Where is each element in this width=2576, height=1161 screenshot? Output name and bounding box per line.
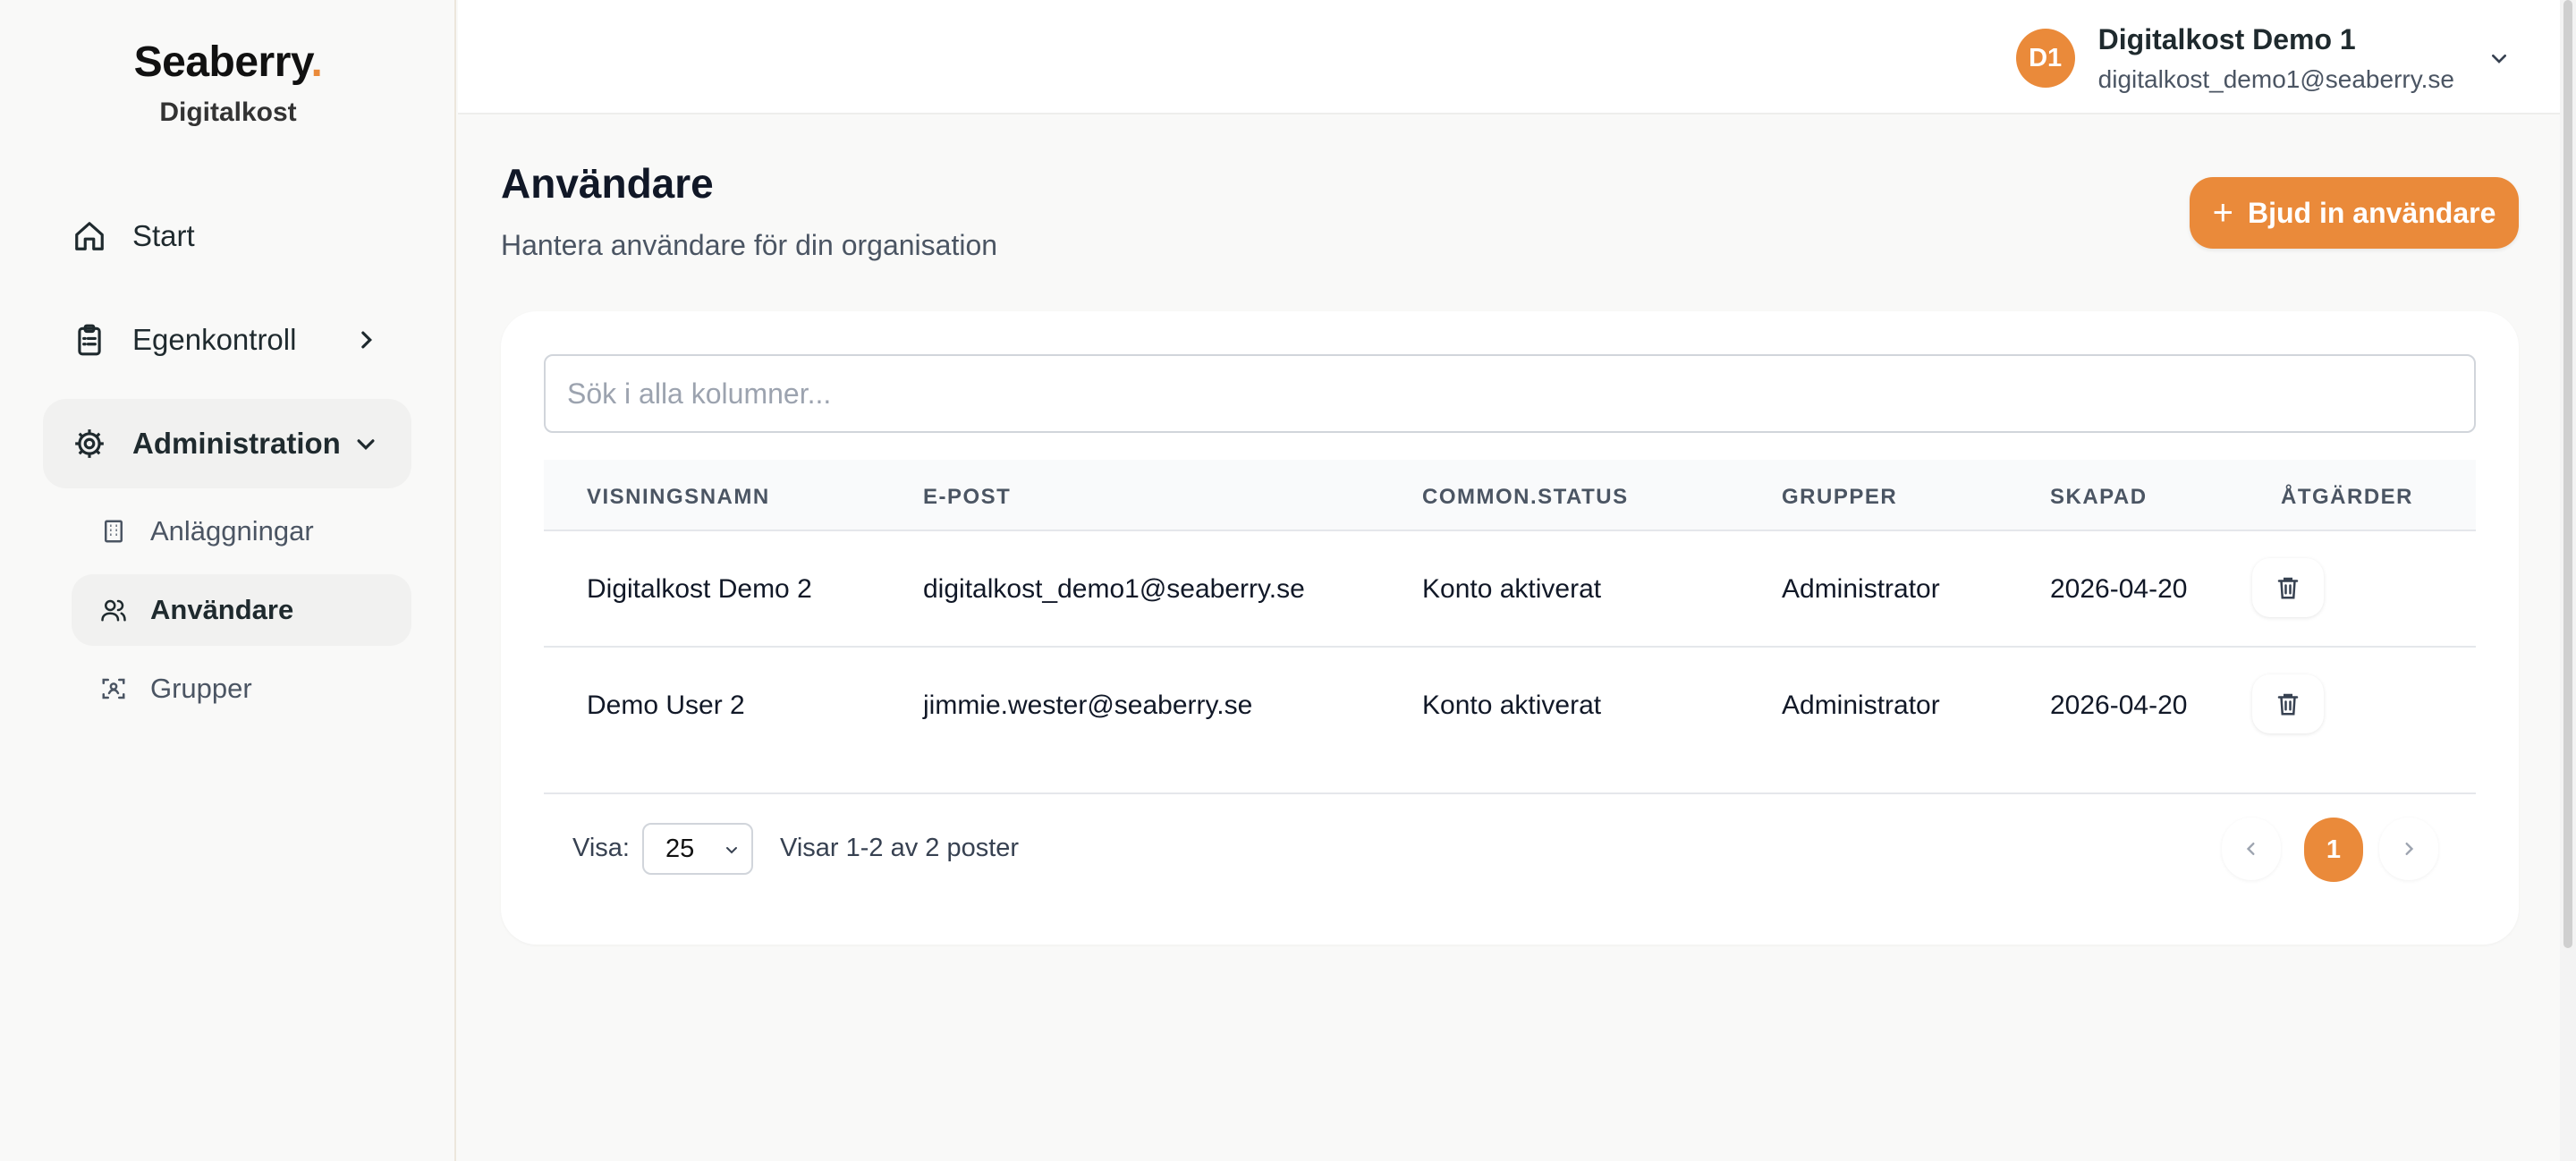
user-email: digitalkost_demo1@seaberry.se xyxy=(2097,64,2454,93)
page-title: Användare xyxy=(501,160,714,207)
cell-status: Konto aktiverat xyxy=(1422,574,1602,604)
organization-name: Digitalkost xyxy=(159,97,297,127)
cell-name: Digitalkost Demo 2 xyxy=(587,574,812,604)
sidebar-item-label: Start xyxy=(132,219,195,252)
previous-page-button[interactable] xyxy=(2222,818,2281,880)
user-name: Digitalkost Demo 1 xyxy=(2097,22,2356,55)
sidebar-subitem-label: Användare xyxy=(150,594,294,625)
top-header: D1 Digitalkost Demo 1 digitalkost_demo1@… xyxy=(458,0,2576,114)
chevron-down-icon xyxy=(357,439,375,450)
sidebar-item-label: Administration xyxy=(132,427,341,460)
cell-created: 2026-04-20 xyxy=(2050,691,2188,720)
cell-email: jimmie.wester@seaberry.se xyxy=(923,691,1253,720)
page-size-select[interactable]: 25 xyxy=(642,823,753,875)
users-icon xyxy=(98,595,129,625)
sidebar-item-start[interactable]: Start xyxy=(43,191,411,281)
column-header-actions: ÅTGÄRDER xyxy=(2281,485,2413,509)
sidebar-subitem-label: Grupper xyxy=(150,673,252,704)
page-size-label: Visa: xyxy=(572,834,630,862)
sidebar-item-administration[interactable]: Administration xyxy=(43,399,411,488)
user-menu[interactable]: D1 Digitalkost Demo 1 digitalkost_demo1@… xyxy=(2015,20,2513,97)
delete-user-button[interactable] xyxy=(2252,674,2324,733)
table-row: Demo User 2 jimmie.wester@seaberry.se Ko… xyxy=(544,648,2476,764)
sidebar-subitem-anlaggningar[interactable]: Anläggningar xyxy=(72,496,411,567)
cell-groups: Administrator xyxy=(1782,574,1940,604)
chevron-left-icon xyxy=(2246,843,2255,855)
chevron-down-icon xyxy=(2492,54,2506,64)
cell-email: digitalkost_demo1@seaberry.se xyxy=(923,574,1305,604)
sidebar-subitem-label: Anläggningar xyxy=(150,515,314,547)
chevron-down-icon xyxy=(726,847,737,854)
gear-icon xyxy=(72,426,107,462)
page-button-current[interactable]: 1 xyxy=(2304,818,2363,882)
column-header-name[interactable]: VISNINGSNAMN xyxy=(587,485,770,510)
column-header-status[interactable]: COMMON.STATUS xyxy=(1422,485,1629,510)
logo[interactable]: Seaberry. xyxy=(0,38,456,87)
cell-groups: Administrator xyxy=(1782,691,1940,720)
column-header-created[interactable]: SKAPAD xyxy=(2050,485,2148,510)
cell-status: Konto aktiverat xyxy=(1422,691,1602,720)
plus-icon: + xyxy=(2212,193,2233,233)
column-header-groups[interactable]: GRUPPER xyxy=(1782,485,1897,510)
users-table: VISNINGSNAMN E-POST COMMON.STATUS GRUPPE… xyxy=(544,460,2476,764)
clipboard-icon xyxy=(72,322,107,358)
user-info: Digitalkost Demo 1 digitalkost_demo1@sea… xyxy=(2098,23,2454,94)
sidebar-item-label: Egenkontroll xyxy=(132,323,297,356)
group-icon xyxy=(98,674,129,704)
page-size-value: 25 xyxy=(665,834,695,863)
brand: Seaberry. Digitalkost xyxy=(0,38,456,128)
sidebar-item-egenkontroll[interactable]: Egenkontroll xyxy=(43,295,411,385)
scrollbar[interactable] xyxy=(2560,0,2576,1161)
search-input[interactable] xyxy=(544,354,2476,433)
home-icon xyxy=(72,218,107,254)
sidebar: Seaberry. Digitalkost Start Egenkontroll… xyxy=(0,0,456,1161)
sidebar-subitem-grupper[interactable]: Grupper xyxy=(72,653,411,725)
table-footer-divider xyxy=(544,792,2476,794)
logo-text: Seaberry xyxy=(133,38,311,86)
table-row: Digitalkost Demo 2 digitalkost_demo1@sea… xyxy=(544,531,2476,648)
users-card: VISNINGSNAMN E-POST COMMON.STATUS GRUPPE… xyxy=(501,311,2519,945)
invite-user-button[interactable]: + Bjud in användare xyxy=(2190,177,2519,249)
chevron-right-icon xyxy=(361,331,372,349)
logo-dot: . xyxy=(310,38,323,86)
trash-icon xyxy=(2277,693,2299,716)
next-page-button[interactable] xyxy=(2379,818,2438,880)
showing-count: Visar 1-2 av 2 poster xyxy=(780,834,1020,862)
scrollbar-thumb[interactable] xyxy=(2563,0,2572,948)
cell-name: Demo User 2 xyxy=(587,691,745,720)
app: Seaberry. Digitalkost Start Egenkontroll… xyxy=(0,0,2576,1161)
sidebar-subitem-anvandare[interactable]: Användare xyxy=(72,574,411,646)
cell-created: 2026-04-20 xyxy=(2050,574,2188,604)
invite-user-label: Bjud in användare xyxy=(2247,196,2496,229)
avatar: D1 xyxy=(2015,29,2075,88)
building-icon xyxy=(98,516,129,547)
column-header-email[interactable]: E-POST xyxy=(923,485,1011,510)
table-header: VISNINGSNAMN E-POST COMMON.STATUS GRUPPE… xyxy=(544,460,2476,531)
trash-icon xyxy=(2277,577,2299,599)
chevron-right-icon xyxy=(2405,843,2414,855)
delete-user-button[interactable] xyxy=(2252,558,2324,617)
page-subtitle: Hantera användare för din organisation xyxy=(501,229,998,261)
